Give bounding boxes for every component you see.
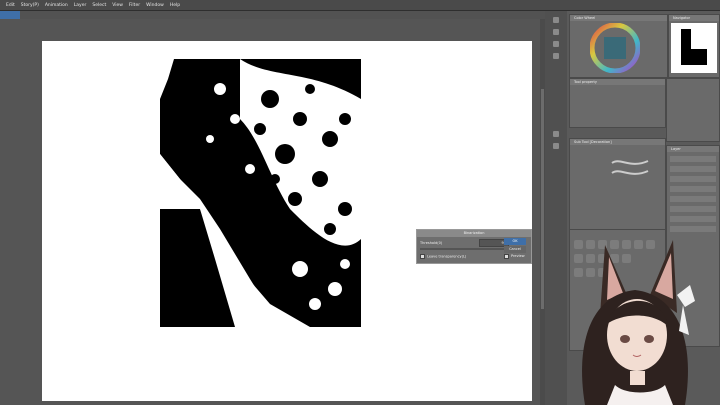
document-tab[interactable] [0,11,20,19]
color-wheel-panel: Color Wheel [569,14,668,78]
command-bar [0,11,545,19]
layer-row[interactable] [670,216,716,222]
color-wheel-title: Color Wheel [570,15,667,21]
layer-row[interactable] [670,156,716,162]
menu-item-animation[interactable]: Animation [45,3,68,8]
navigator-thumbnail[interactable] [671,23,717,73]
menu-item-view[interactable]: View [112,3,123,8]
threshold-slider[interactable] [420,248,508,250]
layer-row[interactable] [670,196,716,202]
menu-item-select[interactable]: Select [92,3,106,8]
menu-item-help[interactable]: Help [170,3,180,8]
menu-item-filter[interactable]: Filter [129,3,140,8]
palette-tab-icon[interactable] [553,29,559,35]
binarized-photo [160,59,361,327]
cancel-button[interactable]: Cancel [504,246,526,253]
sub-tool-panel: Sub Tool [Decoration] [569,138,666,230]
leave-transparency-option[interactable]: Leave transparency(L) [420,254,466,259]
navigator-panel: Navigator [668,14,720,78]
palette-tab-icon[interactable] [553,143,559,149]
layer-property-panel [666,78,720,142]
preview-checkbox[interactable] [504,253,509,259]
layer-row[interactable] [670,176,716,182]
layer-row[interactable] [670,186,716,192]
layer-title: Layer [667,146,719,152]
navigator-title: Navigator [669,15,719,21]
tool-property-panel: Tool property [569,78,666,128]
tool-property-title: Tool property [570,79,665,85]
menu-item-edit[interactable]: Edit [6,3,15,8]
vtuber-avatar [582,240,695,405]
layer-row[interactable] [670,226,716,232]
leave-transparency-label: Leave transparency(L) [427,254,467,259]
preview-label: Preview [511,254,525,258]
dialog-title: Binarization [417,230,531,237]
ok-button[interactable]: OK [504,238,526,245]
menu-bar: Edit Story(P) Animation Layer Select Vie… [0,0,720,11]
brush-stroke-preview [611,160,649,175]
palette-tab-icon[interactable] [553,41,559,47]
palette-tab-icon[interactable] [553,17,559,23]
palette-tab-icon[interactable] [553,53,559,59]
palette-tab-icon[interactable] [553,131,559,137]
scrollbar-thumb[interactable] [541,89,544,309]
menu-item-story[interactable]: Story(P) [21,3,39,8]
layer-row[interactable] [670,206,716,212]
menu-item-window[interactable]: Window [146,3,164,8]
sub-tool-title: Sub Tool [Decoration] [570,139,665,145]
preview-option[interactable]: Preview [504,253,526,260]
menu-item-layer[interactable]: Layer [74,3,87,8]
color-square[interactable] [604,37,626,59]
leave-transparency-checkbox[interactable] [420,254,425,259]
threshold-label: Threshold(0) [420,241,443,245]
layer-row[interactable] [670,166,716,172]
color-wheel[interactable] [590,23,640,73]
